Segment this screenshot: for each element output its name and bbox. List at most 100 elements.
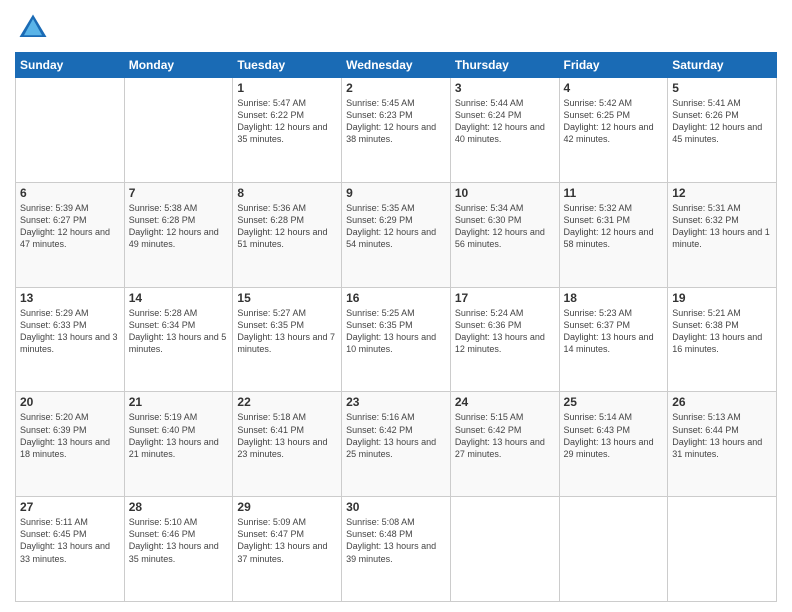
- day-info: Sunrise: 5:23 AM Sunset: 6:37 PM Dayligh…: [564, 307, 664, 356]
- day-number: 24: [455, 395, 555, 409]
- calendar-cell: 8 Sunrise: 5:36 AM Sunset: 6:28 PM Daylig…: [233, 182, 342, 287]
- calendar-cell: 17 Sunrise: 5:24 AM Sunset: 6:36 PM Dayli…: [450, 287, 559, 392]
- day-info: Sunrise: 5:44 AM Sunset: 6:24 PM Dayligh…: [455, 97, 555, 146]
- calendar-cell: [450, 497, 559, 602]
- day-number: 29: [237, 500, 337, 514]
- calendar-week-2: 6 Sunrise: 5:39 AM Sunset: 6:27 PM Daylig…: [16, 182, 777, 287]
- day-info: Sunrise: 5:19 AM Sunset: 6:40 PM Dayligh…: [129, 411, 229, 460]
- day-number: 30: [346, 500, 446, 514]
- calendar-cell: 21 Sunrise: 5:19 AM Sunset: 6:40 PM Dayli…: [124, 392, 233, 497]
- calendar-cell: 12 Sunrise: 5:31 AM Sunset: 6:32 PM Dayli…: [668, 182, 777, 287]
- day-number: 15: [237, 291, 337, 305]
- day-header-thursday: Thursday: [450, 53, 559, 78]
- calendar-cell: 13Sunrise: 5:29 AM Sunset: 6:33 PM Dayli…: [16, 287, 125, 392]
- day-number: 16: [346, 291, 446, 305]
- day-info: Sunrise: 5:31 AM Sunset: 6:32 PM Dayligh…: [672, 202, 772, 251]
- calendar-cell: 28 Sunrise: 5:10 AM Sunset: 6:46 PM Dayli…: [124, 497, 233, 602]
- day-number: 28: [129, 500, 229, 514]
- day-number: 25: [564, 395, 664, 409]
- day-number: 17: [455, 291, 555, 305]
- day-info: Sunrise: 5:36 AM Sunset: 6:28 PM Dayligh…: [237, 202, 337, 251]
- day-number: 8: [237, 186, 337, 200]
- day-info: Sunrise: 5:32 AM Sunset: 6:31 PM Dayligh…: [564, 202, 664, 251]
- day-number: 2: [346, 81, 446, 95]
- calendar-cell: 18 Sunrise: 5:23 AM Sunset: 6:37 PM Dayli…: [559, 287, 668, 392]
- day-info: Sunrise: 5:25 AM Sunset: 6:35 PM Dayligh…: [346, 307, 446, 356]
- day-info: Sunrise: 5:10 AM Sunset: 6:46 PM Dayligh…: [129, 516, 229, 565]
- calendar-week-1: 1 Sunrise: 5:47 AM Sunset: 6:22 PM Daylig…: [16, 78, 777, 183]
- day-info: Sunrise: 5:11 AM Sunset: 6:45 PM Dayligh…: [20, 516, 120, 565]
- day-number: 18: [564, 291, 664, 305]
- day-info: Sunrise: 5:08 AM Sunset: 6:48 PM Dayligh…: [346, 516, 446, 565]
- day-number: 27: [20, 500, 120, 514]
- calendar-week-5: 27 Sunrise: 5:11 AM Sunset: 6:45 PM Dayli…: [16, 497, 777, 602]
- day-number: 19: [672, 291, 772, 305]
- logo: [15, 10, 55, 46]
- day-info: Sunrise: 5:41 AM Sunset: 6:26 PM Dayligh…: [672, 97, 772, 146]
- calendar-cell: 14Sunrise: 5:28 AM Sunset: 6:34 PM Dayli…: [124, 287, 233, 392]
- day-number: 20: [20, 395, 120, 409]
- calendar-cell: 5 Sunrise: 5:41 AM Sunset: 6:26 PM Daylig…: [668, 78, 777, 183]
- day-number: 12: [672, 186, 772, 200]
- day-header-monday: Monday: [124, 53, 233, 78]
- day-info: Sunrise: 5:47 AM Sunset: 6:22 PM Dayligh…: [237, 97, 337, 146]
- day-info: Sunrise: 5:34 AM Sunset: 6:30 PM Dayligh…: [455, 202, 555, 251]
- calendar-cell: 25 Sunrise: 5:14 AM Sunset: 6:43 PM Dayli…: [559, 392, 668, 497]
- day-number: 10: [455, 186, 555, 200]
- calendar-cell: 2 Sunrise: 5:45 AM Sunset: 6:23 PM Daylig…: [342, 78, 451, 183]
- calendar-week-3: 13Sunrise: 5:29 AM Sunset: 6:33 PM Dayli…: [16, 287, 777, 392]
- day-info: Sunrise: 5:20 AM Sunset: 6:39 PM Dayligh…: [20, 411, 120, 460]
- calendar-cell: [668, 497, 777, 602]
- day-number: 14: [129, 291, 229, 305]
- day-info: Sunrise: 5:09 AM Sunset: 6:47 PM Dayligh…: [237, 516, 337, 565]
- calendar-cell: 16 Sunrise: 5:25 AM Sunset: 6:35 PM Dayli…: [342, 287, 451, 392]
- day-info: Sunrise: 5:16 AM Sunset: 6:42 PM Dayligh…: [346, 411, 446, 460]
- day-number: 6: [20, 186, 120, 200]
- calendar-table: SundayMondayTuesdayWednesdayThursdayFrid…: [15, 52, 777, 602]
- calendar-cell: 20 Sunrise: 5:20 AM Sunset: 6:39 PM Dayli…: [16, 392, 125, 497]
- calendar-cell: 29 Sunrise: 5:09 AM Sunset: 6:47 PM Dayli…: [233, 497, 342, 602]
- day-number: 9: [346, 186, 446, 200]
- day-number: 22: [237, 395, 337, 409]
- calendar-cell: 30 Sunrise: 5:08 AM Sunset: 6:48 PM Dayli…: [342, 497, 451, 602]
- calendar-cell: 23Sunrise: 5:16 AM Sunset: 6:42 PM Dayli…: [342, 392, 451, 497]
- day-info: Sunrise: 5:38 AM Sunset: 6:28 PM Dayligh…: [129, 202, 229, 251]
- day-number: 1: [237, 81, 337, 95]
- day-number: 11: [564, 186, 664, 200]
- calendar-header-row: SundayMondayTuesdayWednesdayThursdayFrid…: [16, 53, 777, 78]
- calendar-cell: 9 Sunrise: 5:35 AM Sunset: 6:29 PM Daylig…: [342, 182, 451, 287]
- day-info: Sunrise: 5:35 AM Sunset: 6:29 PM Dayligh…: [346, 202, 446, 251]
- day-info: Sunrise: 5:24 AM Sunset: 6:36 PM Dayligh…: [455, 307, 555, 356]
- day-header-wednesday: Wednesday: [342, 53, 451, 78]
- calendar-cell: 11 Sunrise: 5:32 AM Sunset: 6:31 PM Dayli…: [559, 182, 668, 287]
- calendar-week-4: 20 Sunrise: 5:20 AM Sunset: 6:39 PM Dayli…: [16, 392, 777, 497]
- day-info: Sunrise: 5:27 AM Sunset: 6:35 PM Dayligh…: [237, 307, 337, 356]
- day-info: Sunrise: 5:42 AM Sunset: 6:25 PM Dayligh…: [564, 97, 664, 146]
- page: SundayMondayTuesdayWednesdayThursdayFrid…: [0, 0, 792, 612]
- day-number: 5: [672, 81, 772, 95]
- day-info: Sunrise: 5:13 AM Sunset: 6:44 PM Dayligh…: [672, 411, 772, 460]
- day-header-sunday: Sunday: [16, 53, 125, 78]
- calendar-cell: 4 Sunrise: 5:42 AM Sunset: 6:25 PM Daylig…: [559, 78, 668, 183]
- calendar-cell: 19 Sunrise: 5:21 AM Sunset: 6:38 PM Dayli…: [668, 287, 777, 392]
- header: [15, 10, 777, 46]
- day-info: Sunrise: 5:21 AM Sunset: 6:38 PM Dayligh…: [672, 307, 772, 356]
- day-header-tuesday: Tuesday: [233, 53, 342, 78]
- day-number: 4: [564, 81, 664, 95]
- day-number: 7: [129, 186, 229, 200]
- calendar-cell: [16, 78, 125, 183]
- calendar-cell: 27 Sunrise: 5:11 AM Sunset: 6:45 PM Dayli…: [16, 497, 125, 602]
- day-info: Sunrise: 5:15 AM Sunset: 6:42 PM Dayligh…: [455, 411, 555, 460]
- day-number: 21: [129, 395, 229, 409]
- calendar-cell: 10 Sunrise: 5:34 AM Sunset: 6:30 PM Dayli…: [450, 182, 559, 287]
- calendar-cell: 26 Sunrise: 5:13 AM Sunset: 6:44 PM Dayli…: [668, 392, 777, 497]
- day-info: Sunrise: 5:45 AM Sunset: 6:23 PM Dayligh…: [346, 97, 446, 146]
- calendar-cell: [124, 78, 233, 183]
- calendar-cell: [559, 497, 668, 602]
- day-info: Sunrise: 5:14 AM Sunset: 6:43 PM Dayligh…: [564, 411, 664, 460]
- calendar-cell: 6 Sunrise: 5:39 AM Sunset: 6:27 PM Daylig…: [16, 182, 125, 287]
- calendar-cell: 1 Sunrise: 5:47 AM Sunset: 6:22 PM Daylig…: [233, 78, 342, 183]
- day-number: 26: [672, 395, 772, 409]
- day-info: Sunrise: 5:39 AM Sunset: 6:27 PM Dayligh…: [20, 202, 120, 251]
- day-header-friday: Friday: [559, 53, 668, 78]
